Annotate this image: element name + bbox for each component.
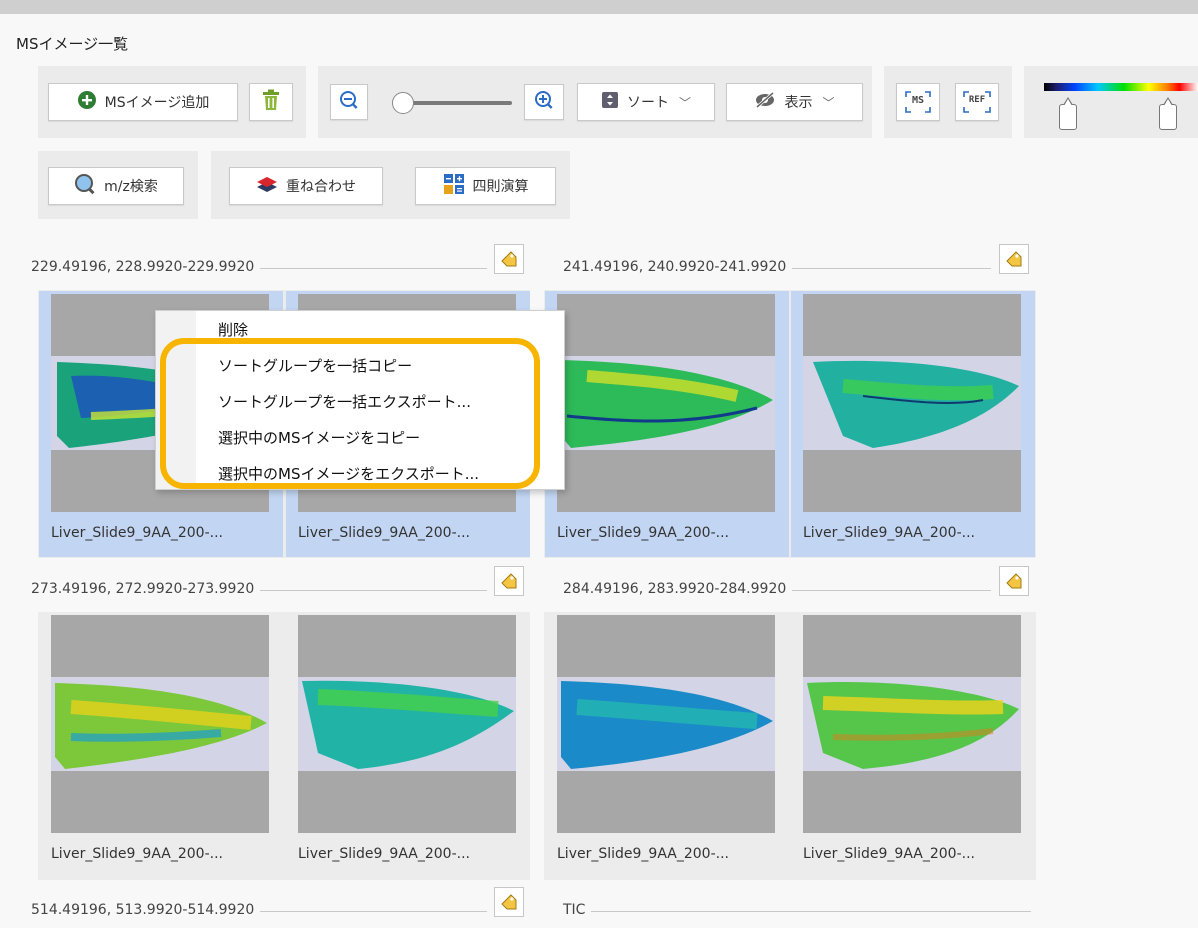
- tag-button[interactable]: [494, 887, 524, 917]
- group-header: 229.49196, 228.9920-229.9920: [31, 244, 530, 282]
- mz-search-button[interactable]: m/z検索: [48, 167, 184, 205]
- ms-marker-icon: MS: [905, 91, 931, 113]
- ms-image-thumbnail: [803, 615, 1021, 833]
- chevron-down-icon: ﹀: [678, 95, 691, 110]
- group-label: 241.49196, 240.9920-241.9920: [563, 259, 793, 275]
- zoom-slider-track: [404, 101, 512, 105]
- group-header: 514.49196, 513.9920-514.9920: [31, 887, 530, 925]
- group-label: 514.49196, 513.9920-514.9920: [31, 902, 261, 918]
- sort-icon: [601, 91, 619, 113]
- tag-icon: [501, 894, 517, 910]
- group-header: 241.49196, 240.9920-241.9920: [563, 244, 1035, 282]
- color-scale-min-handle[interactable]: [1059, 97, 1077, 130]
- ms-image-tile[interactable]: Liver_Slide9_9AA_200-...: [791, 612, 1035, 878]
- tag-icon: [501, 251, 517, 267]
- ms-image-thumbnail: [557, 615, 775, 833]
- ms-image-thumbnail: [557, 294, 775, 512]
- arithmetic-button[interactable]: 四則演算: [415, 167, 556, 205]
- overlay-label: 重ね合わせ: [286, 179, 356, 195]
- tag-icon: [501, 573, 517, 589]
- tile-name: Liver_Slide9_9AA_200-...: [298, 846, 470, 862]
- group-header: 273.49196, 272.9920-273.9920: [31, 566, 530, 604]
- zoom-out-button[interactable]: [330, 84, 368, 120]
- tag-icon: [1006, 573, 1022, 589]
- tag-icon: [1006, 251, 1022, 267]
- ms-image-tile[interactable]: Liver_Slide9_9AA_200-...: [791, 291, 1035, 557]
- plus-circle-icon: [77, 90, 97, 114]
- zoom-out-icon: [339, 90, 359, 114]
- tile-name: Liver_Slide9_9AA_200-...: [51, 846, 223, 862]
- calculator-icon: [443, 173, 465, 199]
- tile-name: Liver_Slide9_9AA_200-...: [51, 525, 223, 541]
- ref-button[interactable]: REF: [955, 83, 999, 121]
- tag-button[interactable]: [494, 244, 524, 274]
- group-label: TIC: [563, 902, 592, 918]
- ref-label: REF: [968, 95, 986, 105]
- tag-button[interactable]: [999, 244, 1029, 274]
- ms-image-thumbnail: [803, 294, 1021, 512]
- window-top-bar: [0, 0, 1198, 14]
- group-divider: [563, 911, 1031, 912]
- ms-image-thumbnail: [298, 615, 516, 833]
- tag-button[interactable]: [999, 566, 1029, 596]
- eye-slash-icon: [754, 91, 776, 113]
- tile-name: Liver_Slide9_9AA_200-...: [557, 846, 729, 862]
- group-header: TIC: [563, 895, 1035, 925]
- add-ms-image-button[interactable]: MSイメージ追加: [48, 83, 238, 121]
- group-label: 229.49196, 228.9920-229.9920: [31, 259, 261, 275]
- ms-image-tile[interactable]: Liver_Slide9_9AA_200-...: [286, 612, 530, 878]
- tag-button[interactable]: [494, 566, 524, 596]
- tile-name: Liver_Slide9_9AA_200-...: [557, 525, 729, 541]
- chevron-down-icon: ﹀: [822, 95, 835, 110]
- tile-name: Liver_Slide9_9AA_200-...: [298, 525, 470, 541]
- color-scale-max-handle[interactable]: [1159, 97, 1177, 130]
- ms-image-tile[interactable]: Liver_Slide9_9AA_200-...: [545, 612, 789, 878]
- add-ms-image-label: MSイメージ追加: [104, 95, 210, 111]
- overlay-button[interactable]: 重ね合わせ: [229, 167, 383, 205]
- arithmetic-label: 四則演算: [472, 179, 529, 195]
- group-label: 284.49196, 283.9920-284.9920: [563, 581, 793, 597]
- ms-label: MS: [911, 95, 925, 106]
- sort-dropdown[interactable]: ソート ﹀: [577, 83, 715, 121]
- mz-search-label: m/z検索: [104, 179, 158, 195]
- zoom-in-button[interactable]: [524, 84, 564, 120]
- group-label: 273.49196, 272.9920-273.9920: [31, 581, 261, 597]
- ms-image-tile[interactable]: Liver_Slide9_9AA_200-...: [39, 612, 283, 878]
- zoom-in-icon: [534, 90, 554, 114]
- highlight-annotation: [160, 338, 540, 489]
- layers-icon: [256, 173, 278, 199]
- delete-button[interactable]: [249, 83, 293, 121]
- ms-image-thumbnail: [51, 615, 269, 833]
- menu-item-delete[interactable]: 削除: [218, 319, 248, 340]
- ref-marker-icon: REF: [963, 91, 991, 113]
- page-title: MSイメージ一覧: [16, 35, 129, 53]
- tile-name: Liver_Slide9_9AA_200-...: [803, 525, 975, 541]
- ms-image-tile[interactable]: Liver_Slide9_9AA_200-...: [545, 291, 789, 557]
- zoom-slider-thumb[interactable]: [392, 92, 414, 114]
- sort-label: ソート: [626, 95, 669, 111]
- view-dropdown[interactable]: 表示 ﹀: [726, 83, 863, 121]
- search-icon: [74, 173, 96, 199]
- color-scale-bar: [1044, 83, 1198, 91]
- view-label: 表示: [784, 95, 813, 111]
- ms-button[interactable]: MS: [896, 83, 940, 121]
- group-header: 284.49196, 283.9920-284.9920: [563, 566, 1035, 604]
- tile-name: Liver_Slide9_9AA_200-...: [803, 846, 975, 862]
- trash-icon: [262, 89, 280, 115]
